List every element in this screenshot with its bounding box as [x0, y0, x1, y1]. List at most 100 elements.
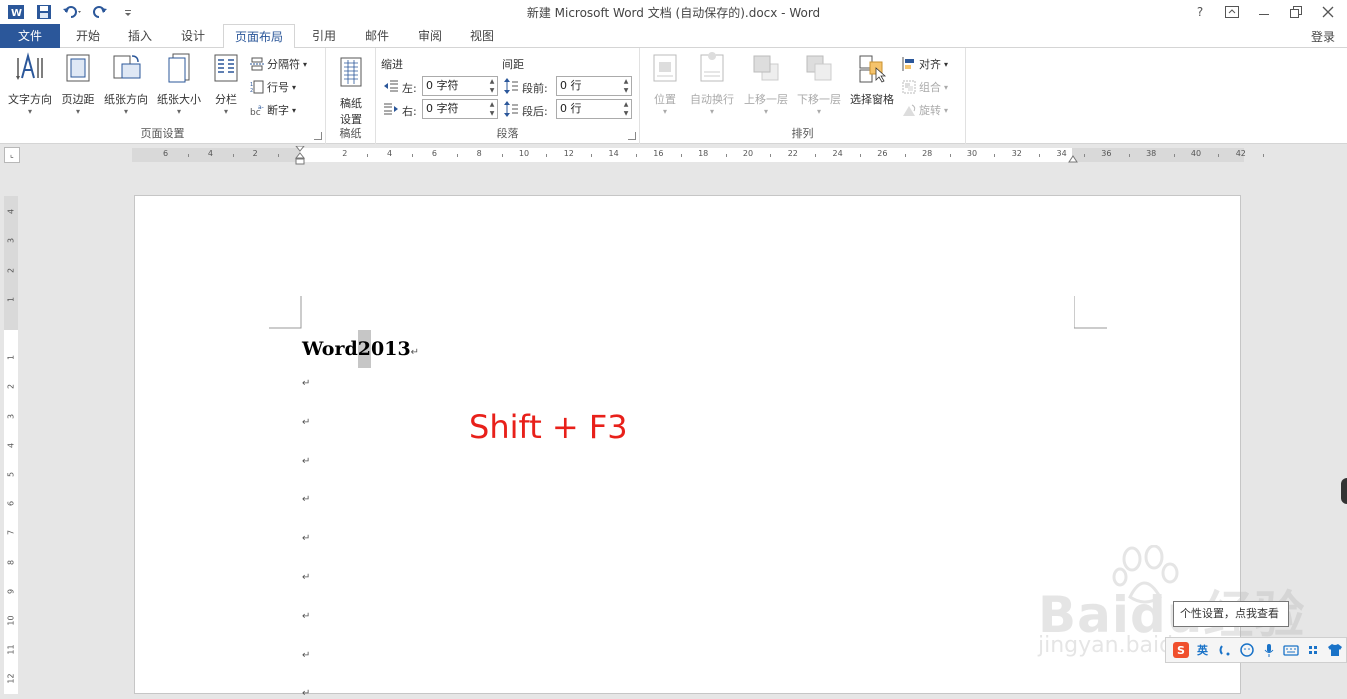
punctuation-icon[interactable]: [1216, 642, 1233, 659]
line-numbers-button[interactable]: 12 行号 ▾: [250, 79, 296, 95]
tab-design[interactable]: 设计: [171, 24, 215, 48]
paragraph-mark[interactable]: ↵: [302, 533, 310, 544]
tab-home[interactable]: 开始: [66, 24, 110, 48]
spacing-after-label: 段后:: [522, 105, 548, 118]
paragraph-mark[interactable]: ↵: [302, 572, 310, 583]
vertical-ruler-tick-label: 2: [6, 384, 16, 390]
columns-button[interactable]: 分栏 ▾: [208, 52, 244, 116]
position-button[interactable]: 位置 ▾: [646, 52, 684, 116]
minimize-icon[interactable]: [1253, 2, 1275, 22]
spinner-arrows-icon[interactable]: ▲ ▼: [621, 77, 631, 95]
chevron-down-icon: ▾: [223, 107, 228, 116]
vertical-ruler-tick-label: 8: [6, 559, 16, 565]
paragraph-mark[interactable]: ↵: [302, 378, 310, 389]
indent-heading: 缩进: [381, 58, 403, 71]
toolbox-icon[interactable]: [1304, 642, 1321, 659]
microphone-icon[interactable]: [1260, 642, 1277, 659]
ruler-tick-label: 20: [742, 149, 754, 158]
bring-forward-button[interactable]: 上移一层 ▾: [740, 52, 792, 116]
login-link[interactable]: 登录: [1311, 28, 1335, 45]
ime-tooltip: 个性设置，点我查看: [1173, 601, 1289, 627]
wrap-text-label: 自动换行: [690, 93, 734, 106]
send-backward-icon: [806, 55, 832, 81]
paragraph-mark[interactable]: ↵: [302, 650, 310, 661]
indent-left-icon: [384, 80, 398, 92]
size-button[interactable]: 纸张大小 ▾: [153, 52, 205, 116]
ruler-tick-label: 2: [342, 149, 348, 158]
spacing-heading: 间距: [502, 58, 524, 71]
page-setup-dialog-launcher[interactable]: [314, 132, 322, 140]
text-direction-button[interactable]: 文字方向 ▾: [4, 52, 56, 116]
ruler-tick: [1173, 154, 1175, 157]
draft-settings-label-line1: 稿纸: [340, 97, 362, 110]
ruler-tick-label: 38: [1146, 149, 1157, 158]
wrap-text-button[interactable]: 自动换行 ▾: [686, 52, 738, 116]
selected-text[interactable]: 2: [357, 330, 371, 368]
help-button[interactable]: ?: [1189, 2, 1211, 22]
orientation-button[interactable]: 纸张方向 ▾: [100, 52, 152, 116]
chevron-down-icon: ▾: [27, 107, 32, 116]
paragraph-mark[interactable]: ↵: [302, 417, 310, 428]
indent-right-value: 0 字符: [426, 102, 459, 115]
group-paragraph: 缩进 间距 左: 0 字符 ▲ ▼ 右: 0 字符 ▲ ▼ 段前: 0 行 ▲ ▼ 段后: …: [376, 48, 640, 144]
paragraph-mark[interactable]: ↵: [302, 494, 310, 505]
tab-view[interactable]: 视图: [460, 24, 504, 48]
side-panel-handle[interactable]: [1341, 478, 1347, 504]
spinner-arrows-icon[interactable]: ▲ ▼: [487, 77, 497, 95]
right-indent-marker[interactable]: [1068, 154, 1078, 164]
tab-page-layout[interactable]: 页面布局: [223, 24, 295, 49]
close-icon[interactable]: [1317, 2, 1339, 22]
vertical-ruler[interactable]: 4 3 2 1 1 2 3 4 5 6 7 8 9 10 11 12: [4, 196, 18, 694]
text-run: 013: [371, 338, 411, 360]
send-backward-button[interactable]: 下移一层 ▾: [793, 52, 845, 116]
rotate-button[interactable]: 旋转 ▾: [902, 102, 948, 118]
restore-icon[interactable]: [1285, 2, 1307, 22]
selection-pane-button[interactable]: 选择窗格: [846, 52, 898, 107]
document-page[interactable]: Word2013↵ ↵ ↵ ↵ ↵ ↵ ↵ ↵ ↵ ↵: [134, 195, 1241, 699]
spinner-arrows-icon[interactable]: ▲ ▼: [487, 100, 497, 118]
spinner-arrows-icon[interactable]: ▲ ▼: [621, 100, 631, 118]
ruler-tick-label: 10: [518, 149, 530, 158]
draft-settings-button[interactable]: 稿纸 设置: [332, 56, 370, 127]
bring-forward-icon: [753, 55, 779, 81]
skin-shirt-icon[interactable]: [1326, 642, 1343, 659]
group-button[interactable]: 组合 ▾: [902, 79, 948, 95]
paragraph-dialog-launcher[interactable]: [628, 132, 636, 140]
tab-mailings[interactable]: 邮件: [355, 24, 399, 48]
chevron-down-icon: ▾: [709, 107, 714, 116]
align-button[interactable]: 对齐 ▾: [902, 56, 948, 72]
keyboard-icon[interactable]: [1282, 642, 1299, 659]
group-label: 组合: [919, 81, 941, 94]
sogou-logo-icon[interactable]: S: [1172, 642, 1189, 659]
ruler-tick-label: 4: [207, 149, 213, 158]
svg-text:S: S: [1177, 644, 1185, 657]
chevron-down-icon: ▾: [944, 59, 949, 69]
tab-file[interactable]: 文件: [0, 24, 60, 48]
paragraph-mark[interactable]: ↵: [302, 456, 310, 467]
spacing-before-field[interactable]: 0 行 ▲ ▼: [556, 76, 632, 96]
tab-selector-icon[interactable]: ⌞: [4, 147, 20, 163]
document-first-line[interactable]: Word2013↵: [302, 330, 419, 368]
first-line-indent-marker[interactable]: [295, 146, 305, 166]
horizontal-ruler[interactable]: 6 4 2 2 4 6 8 10 12 14 16 18 20 22 24 26 28 30 32 34 36 38 40 4…: [132, 146, 1265, 165]
ruler-tick-label: 36: [1101, 149, 1112, 158]
crop-mark-top-right: [1074, 296, 1107, 329]
indent-right-field[interactable]: 0 字符 ▲ ▼: [422, 99, 498, 119]
ime-language-toggle[interactable]: 英: [1194, 642, 1211, 659]
ruler-tick: [501, 154, 503, 157]
indent-left-field[interactable]: 0 字符 ▲ ▼: [422, 76, 498, 96]
ribbon-display-options-icon[interactable]: [1221, 2, 1243, 22]
ruler-tick: [680, 154, 682, 157]
tab-insert[interactable]: 插入: [118, 24, 162, 48]
spacing-after-icon: [504, 101, 518, 117]
tab-review[interactable]: 审阅: [408, 24, 452, 48]
group-label-arrange: 排列: [791, 127, 814, 140]
emoji-icon[interactable]: [1238, 642, 1255, 659]
spacing-after-field[interactable]: 0 行 ▲ ▼: [556, 99, 632, 119]
hyphenation-button[interactable]: bc a- 断字 ▾: [250, 102, 296, 118]
paragraph-mark[interactable]: ↵: [302, 611, 310, 622]
margins-button[interactable]: 页边距 ▾: [58, 52, 98, 116]
breaks-button[interactable]: 分隔符 ▾: [250, 56, 307, 72]
ruler-tick: [860, 154, 861, 157]
tab-references[interactable]: 引用: [302, 24, 346, 48]
